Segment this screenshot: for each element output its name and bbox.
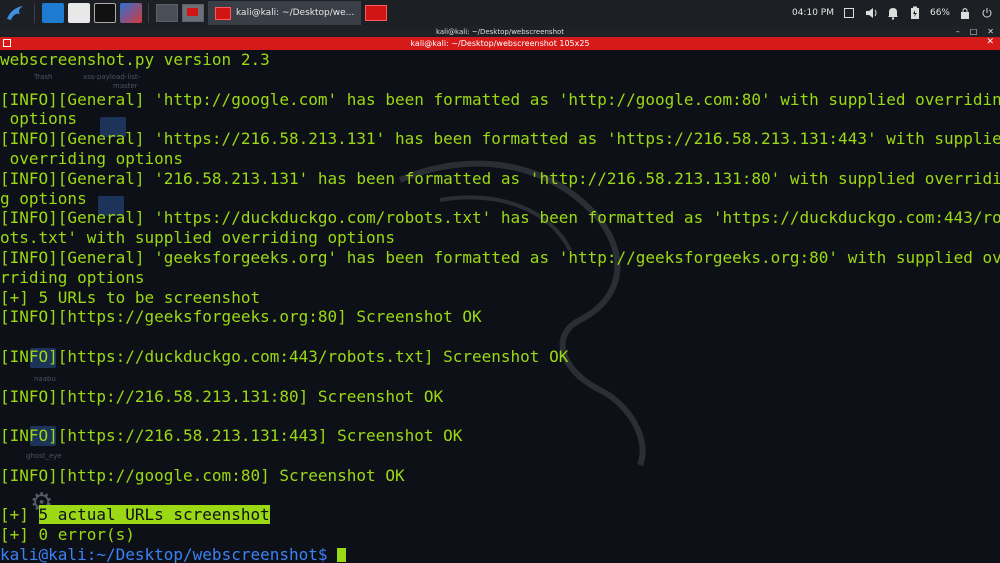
terminal-line: [INFO][http://google.com:80] Screenshot … xyxy=(0,465,405,485)
top-panel: kali@kali: ~/Desktop/we... 04:10 PM 66% xyxy=(0,0,1000,27)
system-tray: 04:10 PM 66% xyxy=(792,0,1000,26)
tab-close-icon[interactable]: ✕ xyxy=(986,37,994,47)
panel-separator xyxy=(34,3,35,23)
summary-prefix: [+] xyxy=(0,505,39,525)
terminal-tab-title: kali@kali: ~/Desktop/webscreenshot 105x2… xyxy=(410,39,590,48)
terminal-tab[interactable]: kali@kali: ~/Desktop/webscreenshot 105x2… xyxy=(0,37,1000,50)
terminal-titlebar[interactable]: kali@kali: ~/Desktop/webscreenshot – □ ✕ xyxy=(0,26,1000,37)
terminal-prompt-line[interactable]: kali@kali:~/Desktop/webscreenshot$ xyxy=(0,545,1000,563)
terminal-launcher[interactable] xyxy=(94,2,116,24)
kali-dragon-icon xyxy=(7,6,23,20)
workspace-icon xyxy=(156,4,178,22)
folder-icon xyxy=(68,3,90,23)
window-icon[interactable] xyxy=(842,6,856,20)
terminal-line: [INFO][http://216.58.213.131:80] Screens… xyxy=(0,386,444,406)
terminal-line: webscreenshot.py version 2.3 xyxy=(0,50,270,69)
screen-recorder-launcher[interactable] xyxy=(120,2,142,24)
prompt-path: :~/Desktop/webscreenshot xyxy=(86,544,318,563)
workspace-icon xyxy=(182,4,204,22)
terminal-line: options xyxy=(0,109,78,129)
terminal-line: overriding options xyxy=(0,148,184,168)
terminal-output[interactable]: webscreenshot.py version 2.3 [INFO][Gener… xyxy=(0,50,1000,563)
terminal-line: [INFO][https://duckduckgo.com:443/robots… xyxy=(0,346,569,366)
close-icon[interactable]: ✕ xyxy=(987,27,994,36)
window-controls: – □ ✕ xyxy=(956,26,994,37)
terminal-errors-line: [+] 0 error(s) xyxy=(0,525,135,545)
workspace-2[interactable] xyxy=(182,2,204,24)
terminal-line: [+] 5 URLs to be screenshot xyxy=(0,287,261,307)
terminal-line: [INFO][General] 'http://google.com' has … xyxy=(0,89,1000,109)
terminal-line: [INFO][https://216.58.213.131:443] Scree… xyxy=(0,426,463,446)
prompt-user: kali@kali xyxy=(0,544,87,563)
terminal-lines: webscreenshot.py version 2.3 [INFO][Gener… xyxy=(0,50,1000,505)
taskbar-window-title: kali@kali: ~/Desktop/we... xyxy=(236,8,355,18)
desktop-icon xyxy=(42,3,64,23)
workspace-1[interactable] xyxy=(156,2,178,24)
file-manager-launcher[interactable] xyxy=(68,2,90,24)
maximize-icon[interactable]: □ xyxy=(970,27,978,36)
terminal-cursor xyxy=(337,547,347,562)
terminal-line: ots.txt' with supplied overriding option… xyxy=(0,228,395,248)
taskbar-window-2[interactable] xyxy=(365,2,388,24)
recorder-icon xyxy=(120,3,142,23)
terminal-line: [INFO][General] '216.58.213.131' has bee… xyxy=(0,168,1000,188)
terminal-line: [INFO][General] 'https://duckduckgo.com/… xyxy=(0,208,1000,228)
prompt-symbol: $ xyxy=(317,544,338,563)
terminal-icon xyxy=(94,3,116,23)
window-icon xyxy=(365,5,388,21)
terminal-line: g options xyxy=(0,188,87,208)
show-desktop-button[interactable] xyxy=(42,2,64,24)
volume-icon[interactable] xyxy=(864,6,878,20)
power-icon[interactable] xyxy=(980,6,994,20)
terminal-window-icon xyxy=(215,6,231,20)
terminal-line: rriding options xyxy=(0,267,145,287)
panel-separator xyxy=(148,3,149,23)
terminal-line: [INFO][General] 'geeksforgeeks.org' has … xyxy=(0,247,1000,267)
terminal-window-title: kali@kali: ~/Desktop/webscreenshot xyxy=(435,27,565,36)
clock[interactable]: 04:10 PM xyxy=(792,8,834,18)
notification-bell-icon[interactable] xyxy=(886,6,900,20)
battery-percent: 66% xyxy=(929,8,950,18)
kali-menu-button[interactable] xyxy=(2,2,28,24)
minimize-icon[interactable]: – xyxy=(956,27,960,36)
terminal-line: [INFO][General] 'https://216.58.213.131'… xyxy=(0,129,1000,149)
terminal-summary-line: [+] 5 actual URLs screenshot xyxy=(0,505,1000,525)
taskbar-window-terminal[interactable]: kali@kali: ~/Desktop/we... xyxy=(208,1,362,25)
battery-charging-icon[interactable] xyxy=(908,6,922,20)
terminal-line: [INFO][https://geeksforgeeks.org:80] Scr… xyxy=(0,307,482,327)
summary-highlight: 5 actual URLs screenshot xyxy=(38,505,270,525)
tab-menu-icon[interactable] xyxy=(3,39,11,47)
lock-icon[interactable] xyxy=(958,6,972,20)
